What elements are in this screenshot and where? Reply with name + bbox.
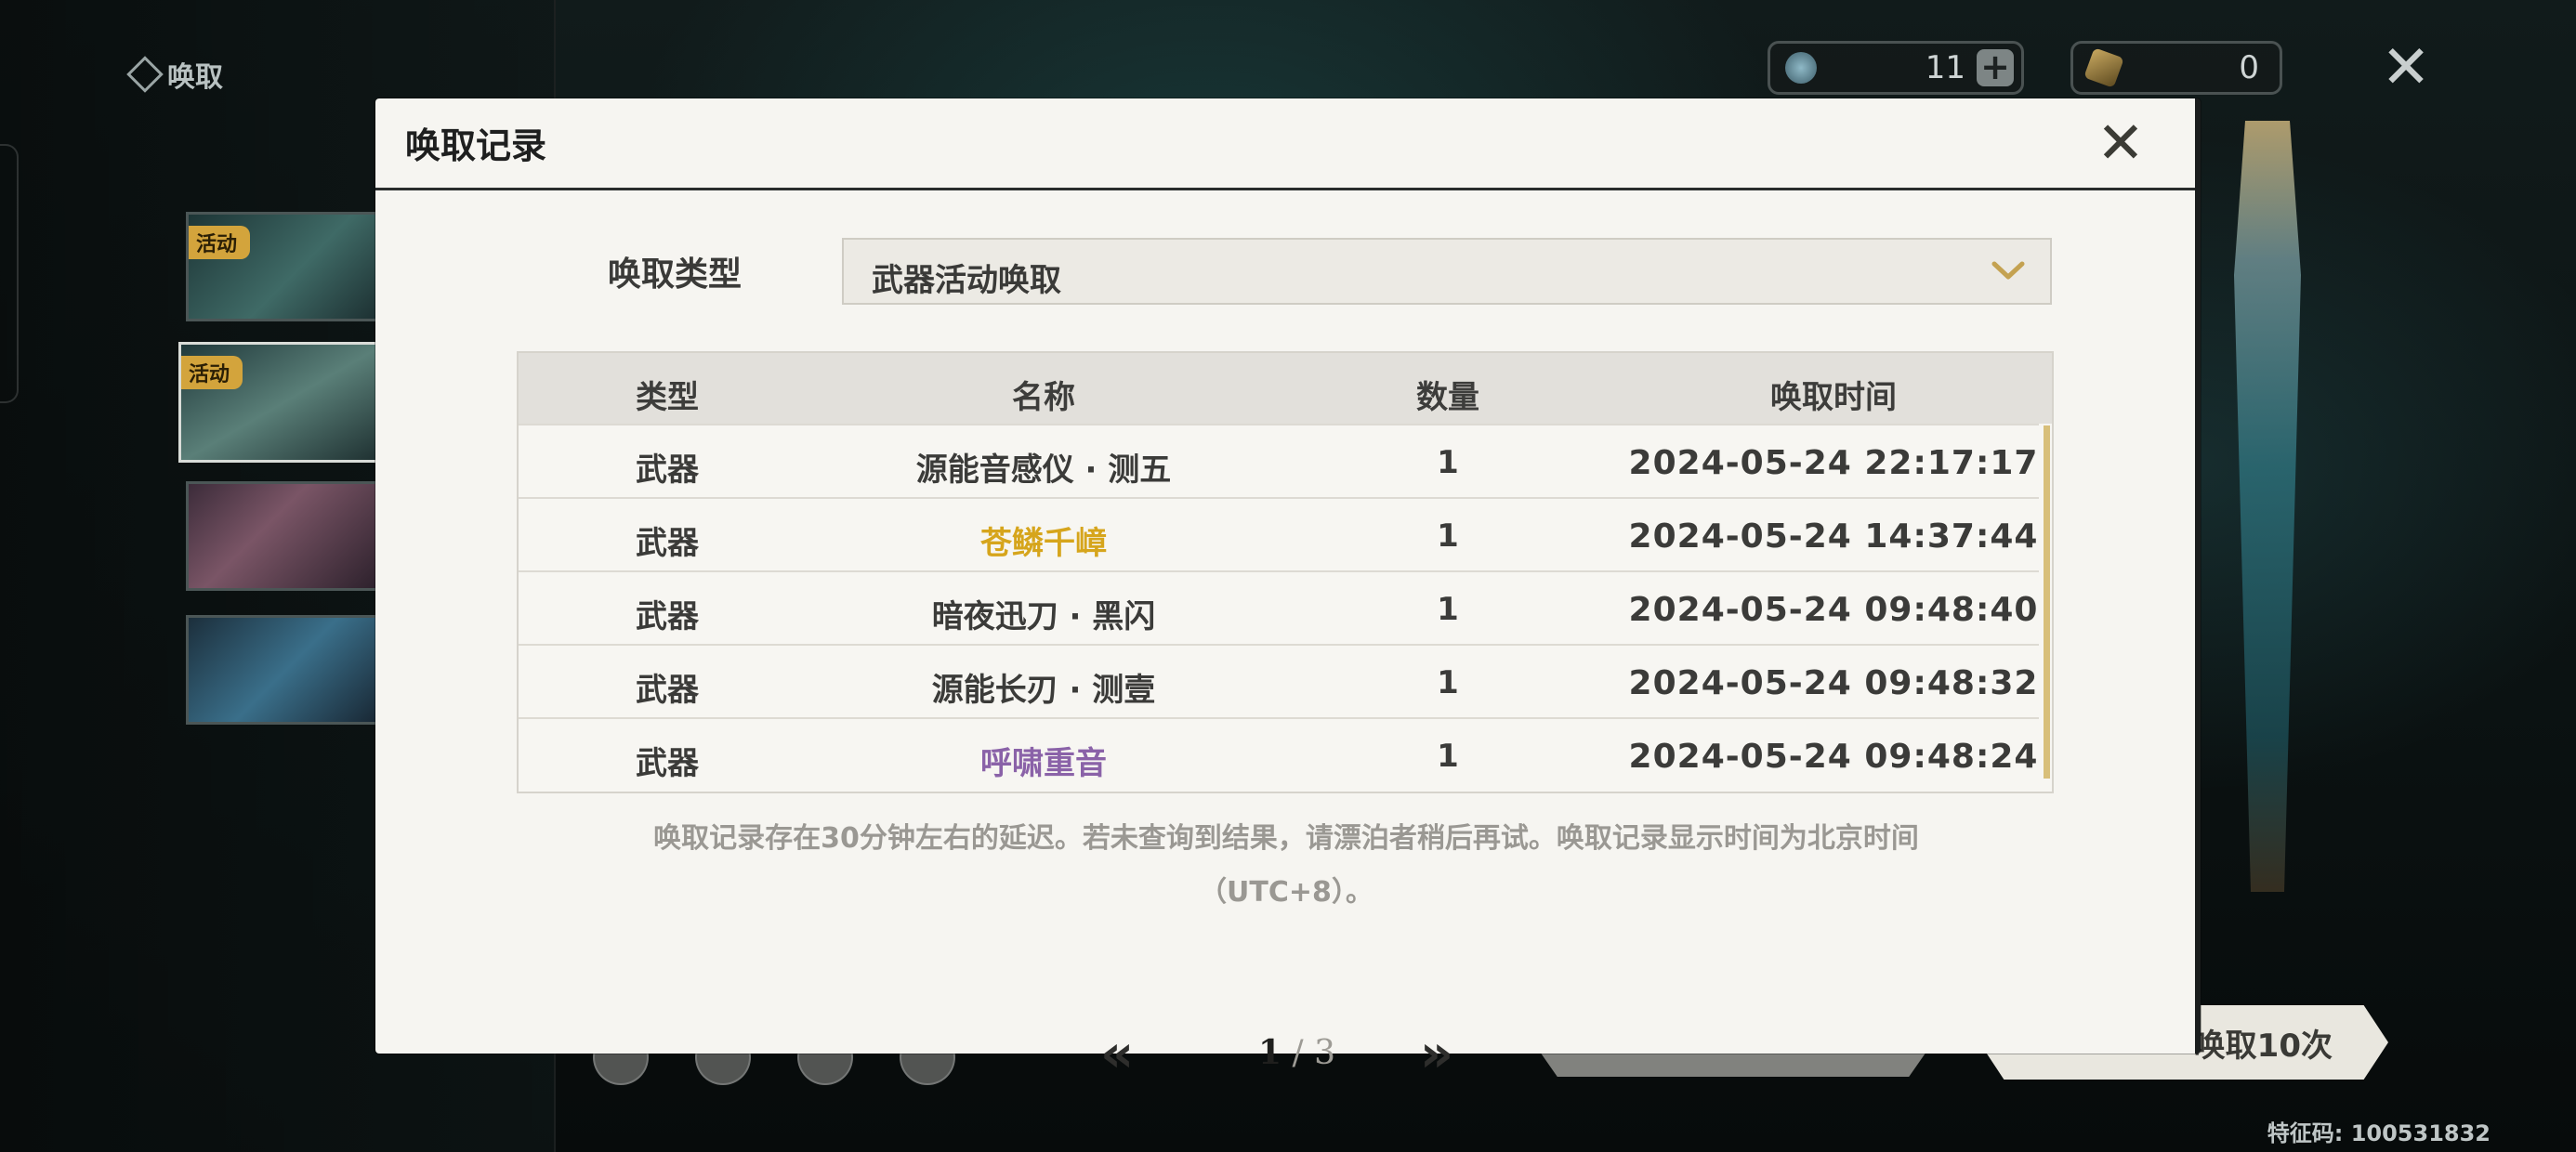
row-time: 2024-05-24 09:48:32 xyxy=(1628,664,2039,702)
row-time: 2024-05-24 09:48:24 xyxy=(1628,738,2039,776)
row-name: 苍鳞千嶂 xyxy=(980,525,1107,562)
total-pages: 3 xyxy=(1314,1034,1336,1072)
column-header-name: 名称 xyxy=(1012,379,1075,416)
row-type: 武器 xyxy=(636,672,699,709)
row-type: 武器 xyxy=(636,452,699,489)
row-type: 武器 xyxy=(636,745,699,782)
column-header-type: 类型 xyxy=(636,379,699,416)
next-page-button[interactable]: » xyxy=(1420,1024,1453,1084)
table-row: 武器 源能长刃 · 测壹 1 2024-05-24 09:48:32 xyxy=(519,644,2039,718)
row-time: 2024-05-24 14:37:44 xyxy=(1628,517,2039,556)
feature-code: 特征码: 100531832 xyxy=(2267,1120,2491,1146)
current-page: 1 xyxy=(1258,1033,1282,1072)
banner-thumb-2[interactable]: 活动 xyxy=(178,342,390,463)
notice-line-1: 唤取记录存在30分钟左右的延迟。若未查询到结果，请漂泊者稍后再试。唤取记录显示时… xyxy=(653,822,1919,855)
banner-thumb-1[interactable]: 活动 xyxy=(186,212,387,321)
row-quantity: 1 xyxy=(1437,664,1459,701)
history-table: 类型 名称 数量 唤取时间 武器 源能音感仪 · 测五 1 2024-05-24… xyxy=(517,351,2054,793)
page-indicator: 1 / 3 xyxy=(1258,1033,1335,1072)
event-tag: 活动 xyxy=(189,226,251,259)
convene-ten-label: 唤取10次 xyxy=(2193,1028,2333,1065)
convene-history-dialog: 唤取记录 ✕ 唤取类型 武器活动唤取 类型 名称 数量 唤取时间 武器 源能音感… xyxy=(375,98,2201,1084)
table-row: 武器 源能音感仪 · 测五 1 2024-05-24 22:17:17 xyxy=(519,424,2039,498)
dialog-header: 唤取记录 ✕ xyxy=(375,98,2195,190)
convene-type-dropdown[interactable]: 武器活动唤取 xyxy=(842,238,2052,305)
event-tag: 活动 xyxy=(181,356,243,389)
astrite-count: 11 xyxy=(1925,49,1965,86)
tide-currency: 0 xyxy=(2070,41,2282,95)
close-dialog-icon[interactable]: ✕ xyxy=(2093,114,2149,172)
convene-icon xyxy=(126,56,164,93)
nav-title: 唤取 xyxy=(126,54,223,95)
pagination: « 1 / 3 » xyxy=(1100,1024,1491,1093)
notice-line-2: （UTC+8）。 xyxy=(1199,876,1373,909)
astrite-currency: 11 + xyxy=(1768,41,2024,95)
sidebar-edge-tab[interactable] xyxy=(0,144,19,403)
table-row: 武器 暗夜迅刀 · 黑闪 1 2024-05-24 09:48:40 xyxy=(519,570,2039,645)
table-row: 武器 呼啸重音 1 2024-05-24 09:48:24 xyxy=(519,717,2039,792)
table-row: 武器 苍鳞千嶂 1 2024-05-24 14:37:44 xyxy=(519,497,2039,571)
row-quantity: 1 xyxy=(1437,517,1459,555)
table-header: 类型 名称 数量 唤取时间 xyxy=(519,353,2052,424)
nav-title-label: 唤取 xyxy=(167,61,223,94)
row-name: 呼啸重音 xyxy=(980,745,1107,782)
convene-type-value: 武器活动唤取 xyxy=(872,262,1061,299)
column-header-quantity: 数量 xyxy=(1416,379,1479,416)
row-quantity: 1 xyxy=(1437,591,1459,628)
banner-thumb-3[interactable] xyxy=(186,481,387,591)
astrite-icon xyxy=(1785,52,1817,84)
chevron-down-icon xyxy=(1991,261,2025,280)
delay-notice: 唤取记录存在30分钟左右的延迟。若未查询到结果，请漂泊者稍后再试。唤取记录显示时… xyxy=(598,812,1974,920)
add-currency-button[interactable]: + xyxy=(1977,49,2014,86)
forging-tide-icon xyxy=(2083,47,2124,88)
page-separator: / xyxy=(1292,1034,1304,1072)
row-name: 源能长刃 · 测壹 xyxy=(931,672,1156,709)
row-time: 2024-05-24 09:48:40 xyxy=(1628,591,2039,629)
row-type: 武器 xyxy=(636,598,699,635)
banner-thumb-4[interactable] xyxy=(186,615,387,725)
row-name: 源能音感仪 · 测五 xyxy=(915,452,1172,489)
convene-type-label: 唤取类型 xyxy=(608,255,743,294)
tide-count: 0 xyxy=(2239,49,2259,86)
row-quantity: 1 xyxy=(1437,444,1459,481)
row-name: 暗夜迅刀 · 黑闪 xyxy=(931,598,1156,635)
row-time: 2024-05-24 22:17:17 xyxy=(1628,444,2039,482)
close-screen-icon[interactable]: ✕ xyxy=(2377,38,2435,98)
row-quantity: 1 xyxy=(1437,738,1459,775)
table-scrollbar[interactable] xyxy=(2044,425,2050,779)
row-type: 武器 xyxy=(636,525,699,562)
column-header-time: 唤取时间 xyxy=(1770,379,1897,416)
prev-page-button[interactable]: « xyxy=(1100,1024,1134,1084)
dialog-title: 唤取记录 xyxy=(405,125,547,166)
